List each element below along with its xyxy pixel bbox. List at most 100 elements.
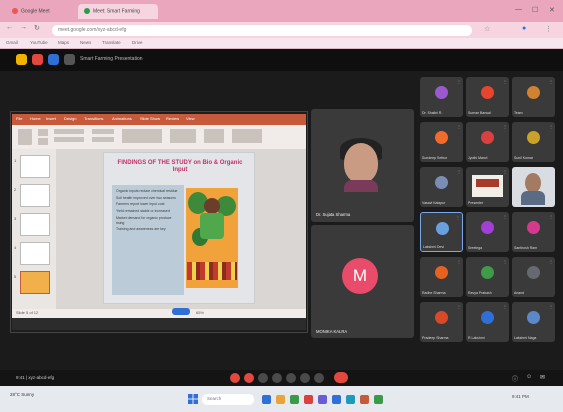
slide-thumbnail[interactable] <box>20 213 50 236</box>
camera-off-icon[interactable] <box>244 373 254 383</box>
ribbon-tab[interactable]: Insert <box>46 116 56 121</box>
chat-icon[interactable]: ✉ <box>540 374 545 381</box>
forward-icon[interactable]: → <box>20 24 27 31</box>
tile-menu-icon[interactable]: ⋮ <box>457 79 461 84</box>
end-call-button[interactable] <box>334 372 348 383</box>
present-icon[interactable] <box>286 373 296 383</box>
slide-thumbnail[interactable] <box>20 184 50 207</box>
back-icon[interactable]: ← <box>6 24 13 31</box>
ribbon-tab[interactable]: Review <box>166 116 179 121</box>
tile-menu-icon[interactable]: ⋮ <box>457 124 461 129</box>
taskbar-app-icon[interactable] <box>304 395 313 404</box>
weather-widget[interactable]: 28°C Sunny <box>10 392 34 397</box>
tile-menu-icon[interactable]: ⋮ <box>503 79 507 84</box>
more-options-icon[interactable] <box>314 373 324 383</box>
gallery-tile[interactable]: ⋮ Dr. Shalini R. <box>420 77 463 117</box>
system-clock[interactable]: 9:41 PM <box>512 394 529 399</box>
tile-menu-icon[interactable]: ⋮ <box>549 169 553 174</box>
gallery-tile[interactable]: ⋮ Anand <box>512 257 555 297</box>
taskbar-app-icon[interactable] <box>276 395 285 404</box>
windows-start-icon[interactable] <box>188 394 198 404</box>
ribbon-tab[interactable]: View <box>186 116 195 121</box>
gallery-tile[interactable]: ⋮ Presenter <box>466 167 509 207</box>
close-window-icon[interactable]: ✕ <box>549 6 555 14</box>
gallery-tile[interactable]: ⋮ Sunil Kumar <box>512 122 555 162</box>
gallery-tile[interactable]: ⋮ Suman Bansal <box>466 77 509 117</box>
ribbon-tab[interactable]: Slide Show <box>140 116 160 121</box>
tile-menu-icon[interactable]: ⋮ <box>456 215 460 220</box>
gallery-tile[interactable]: ⋮ Vasavi Kalapur <box>420 167 463 207</box>
taskbar-search[interactable]: Search <box>202 394 254 405</box>
minimize-icon[interactable]: — <box>515 6 522 13</box>
ribbon-tab[interactable]: Home <box>30 116 41 121</box>
gallery-tile[interactable]: ⋮ R Lakshmi <box>466 302 509 342</box>
gallery-tile[interactable]: ⋮ Santhosh Ram <box>512 212 555 252</box>
zoom-slider[interactable] <box>172 308 190 315</box>
slide-thumbnail[interactable] <box>20 242 50 265</box>
gallery-tile[interactable]: ⋮ Ravya Prakash <box>466 257 509 297</box>
taskbar-app-icon[interactable] <box>262 395 271 404</box>
taskbar-app-icon[interactable] <box>374 395 383 404</box>
bookmark-item[interactable]: Maps <box>58 40 69 45</box>
bookmark-item[interactable]: Translate <box>102 40 121 45</box>
slide-bullet: Training and awareness are key <box>116 227 166 232</box>
taskbar-app-icon[interactable] <box>290 395 299 404</box>
ribbon-tab[interactable]: File <box>16 116 22 121</box>
zoom-level[interactable]: 65% <box>196 310 204 315</box>
slide-thumbnail-selected[interactable] <box>20 271 50 294</box>
taskbar-app-icon[interactable] <box>360 395 369 404</box>
meet-app-icon[interactable] <box>16 54 27 65</box>
gallery-tile[interactable]: ⋮ Lakshmi Devi <box>420 212 463 252</box>
reload-icon[interactable]: ↻ <box>34 24 40 32</box>
ribbon-tab[interactable]: Design <box>64 116 76 121</box>
raise-hand-icon[interactable] <box>300 373 310 383</box>
bookmark-item[interactable]: News <box>80 40 91 45</box>
tile-menu-icon[interactable]: ⋮ <box>457 169 461 174</box>
tile-menu-icon[interactable]: ⋮ <box>503 304 507 309</box>
tile-menu-icon[interactable]: ⋮ <box>457 259 461 264</box>
tile-menu-icon[interactable]: ⋮ <box>549 124 553 129</box>
bookmark-item[interactable]: Drive <box>132 40 143 45</box>
url-input[interactable]: meet.google.com/xyz-abcd-efg <box>52 25 472 36</box>
mic-off-icon[interactable] <box>230 373 240 383</box>
taskbar-app-icon[interactable] <box>346 395 355 404</box>
gallery-tile[interactable]: ⋮ Team <box>512 77 555 117</box>
taskbar-app-icon[interactable] <box>332 395 341 404</box>
star-icon[interactable]: ☆ <box>484 25 490 33</box>
tile-menu-icon[interactable]: ⋮ <box>503 214 507 219</box>
tile-menu-icon[interactable]: ⋮ <box>549 79 553 84</box>
bookmark-item[interactable]: Gmail <box>6 40 18 45</box>
browser-tab[interactable]: Google Meet <box>6 4 76 19</box>
record-icon[interactable] <box>32 54 43 65</box>
gallery-tile[interactable]: ⋮ Sundeep Sethur <box>420 122 463 162</box>
people-panel-icon[interactable]: ☺ <box>526 374 532 380</box>
browser-menu-icon[interactable]: ⋮ <box>545 25 552 33</box>
maximize-icon[interactable]: ☐ <box>532 6 538 14</box>
gallery-tile[interactable]: ⋮ Sreelega <box>466 212 509 252</box>
info-panel-icon[interactable]: ⓘ <box>512 374 518 383</box>
bookmark-item[interactable]: YouTube <box>30 40 48 45</box>
captions-icon[interactable] <box>258 373 268 383</box>
gallery-tile[interactable]: ⋮ Pradeep Sharma <box>420 302 463 342</box>
ribbon-tab[interactable]: Transitions <box>84 116 103 121</box>
tile-menu-icon[interactable]: ⋮ <box>503 259 507 264</box>
info-icon[interactable] <box>64 54 75 65</box>
emoji-icon[interactable] <box>272 373 282 383</box>
participant-name: Sundeep Sethur <box>422 156 448 160</box>
gallery-tile[interactable]: ⋮ Radhe Sharma <box>420 257 463 297</box>
tile-menu-icon[interactable]: ⋮ <box>549 259 553 264</box>
browser-tab-active[interactable]: Meet: Smart Farming <box>78 4 158 19</box>
people-icon[interactable] <box>48 54 59 65</box>
gallery-tile[interactable]: ⋮ Jyothi Manvi <box>466 122 509 162</box>
tile-menu-icon[interactable]: ⋮ <box>549 214 553 219</box>
gallery-tile[interactable]: ⋮ Lakshmi Naga <box>512 302 555 342</box>
tile-menu-icon[interactable]: ⋮ <box>549 304 553 309</box>
slide-thumbnail[interactable] <box>20 155 50 178</box>
taskbar-app-icon[interactable] <box>318 395 327 404</box>
profile-icon[interactable]: ● <box>522 25 526 32</box>
gallery-tile[interactable]: ⋮ Host <box>512 167 555 207</box>
tile-menu-icon[interactable]: ⋮ <box>503 124 507 129</box>
tile-menu-icon[interactable]: ⋮ <box>503 169 507 174</box>
ribbon-tab[interactable]: Animations <box>112 116 132 121</box>
tile-menu-icon[interactable]: ⋮ <box>457 304 461 309</box>
